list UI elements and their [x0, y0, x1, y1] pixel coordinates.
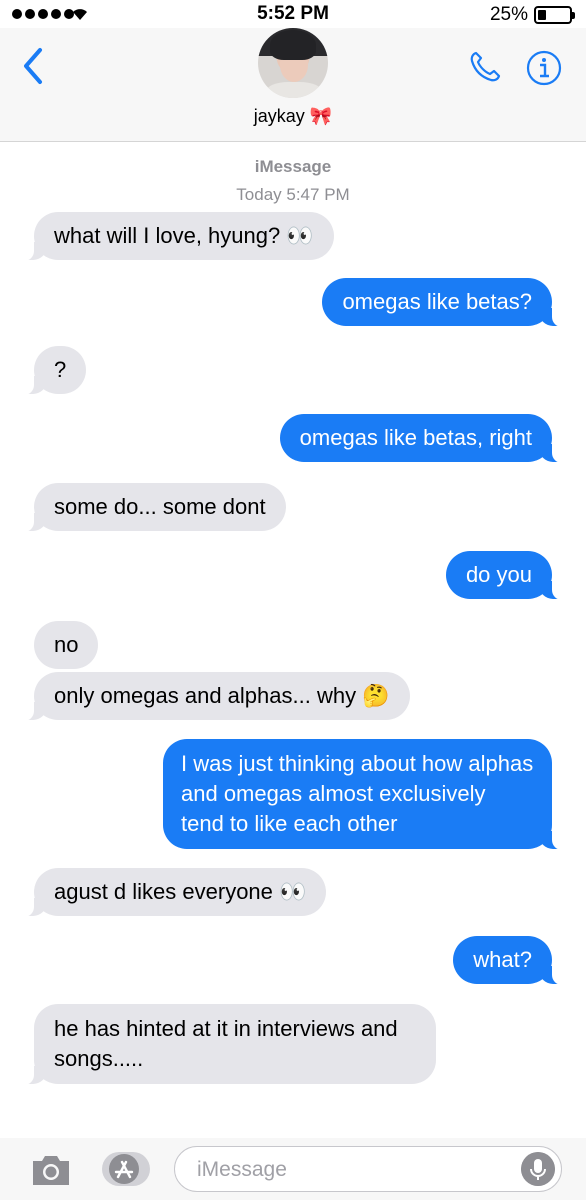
message-composer-bar: iMessage: [0, 1138, 586, 1200]
service-label: iMessage: [254, 157, 332, 176]
received-message[interactable]: agust d likes everyone 👀: [19, 868, 327, 917]
message-input-placeholder: iMessage: [197, 1158, 287, 1181]
message-text: do you: [465, 562, 532, 587]
message-input[interactable]: iMessage: [174, 1146, 562, 1192]
thread-timestamp: Today 5:47 PM: [236, 185, 350, 204]
sent-message[interactable]: what?: [453, 936, 566, 985]
microphone-icon[interactable]: [521, 1152, 555, 1186]
received-message[interactable]: no: [34, 621, 99, 669]
info-icon[interactable]: [526, 50, 562, 86]
message-text: he has hinted at it in interviews and so…: [54, 1016, 398, 1071]
sent-message[interactable]: omegas like betas?: [322, 278, 566, 327]
message-text: some do... some dont: [54, 494, 266, 519]
message-text: what?: [473, 947, 532, 972]
battery-percentage: 25%: [489, 4, 528, 25]
contact-avatar[interactable]: [258, 28, 328, 98]
app-store-icon[interactable]: [100, 1150, 152, 1188]
message-text: only omegas and alphas... why 🤔: [54, 683, 390, 708]
message-text: I was just thinking about how alphas and…: [181, 751, 534, 836]
phone-icon[interactable]: [468, 50, 502, 84]
conversation-header: jaykay 🎀: [0, 28, 586, 142]
received-message[interactable]: only omegas and alphas... why 🤔: [20, 672, 410, 721]
received-message[interactable]: he has hinted at it in interviews and so…: [20, 1004, 436, 1085]
message-text: agust d likes everyone 👀: [54, 879, 307, 904]
contact-name[interactable]: jaykay 🎀: [0, 106, 586, 127]
status-bar: 5:52 PM 25%: [0, 0, 586, 30]
received-message[interactable]: what will I love, hyung? 👀: [20, 212, 334, 261]
back-chevron-icon[interactable]: [18, 46, 48, 86]
message-text: ?: [54, 357, 67, 382]
message-text: what will I love, hyung? 👀: [54, 223, 314, 248]
message-text: no: [54, 632, 79, 657]
message-text: omegas like betas, right: [299, 425, 532, 450]
sent-message[interactable]: I was just thinking about how alphas and…: [163, 739, 566, 850]
message-text: omegas like betas?: [342, 289, 532, 314]
received-message[interactable]: some do... some dont: [20, 483, 286, 532]
sent-message[interactable]: omegas like betas, right: [279, 414, 567, 463]
received-message[interactable]: ?: [19, 346, 87, 395]
camera-icon[interactable]: [30, 1152, 72, 1188]
battery-icon: [534, 6, 575, 24]
sent-message[interactable]: do you: [445, 551, 567, 600]
